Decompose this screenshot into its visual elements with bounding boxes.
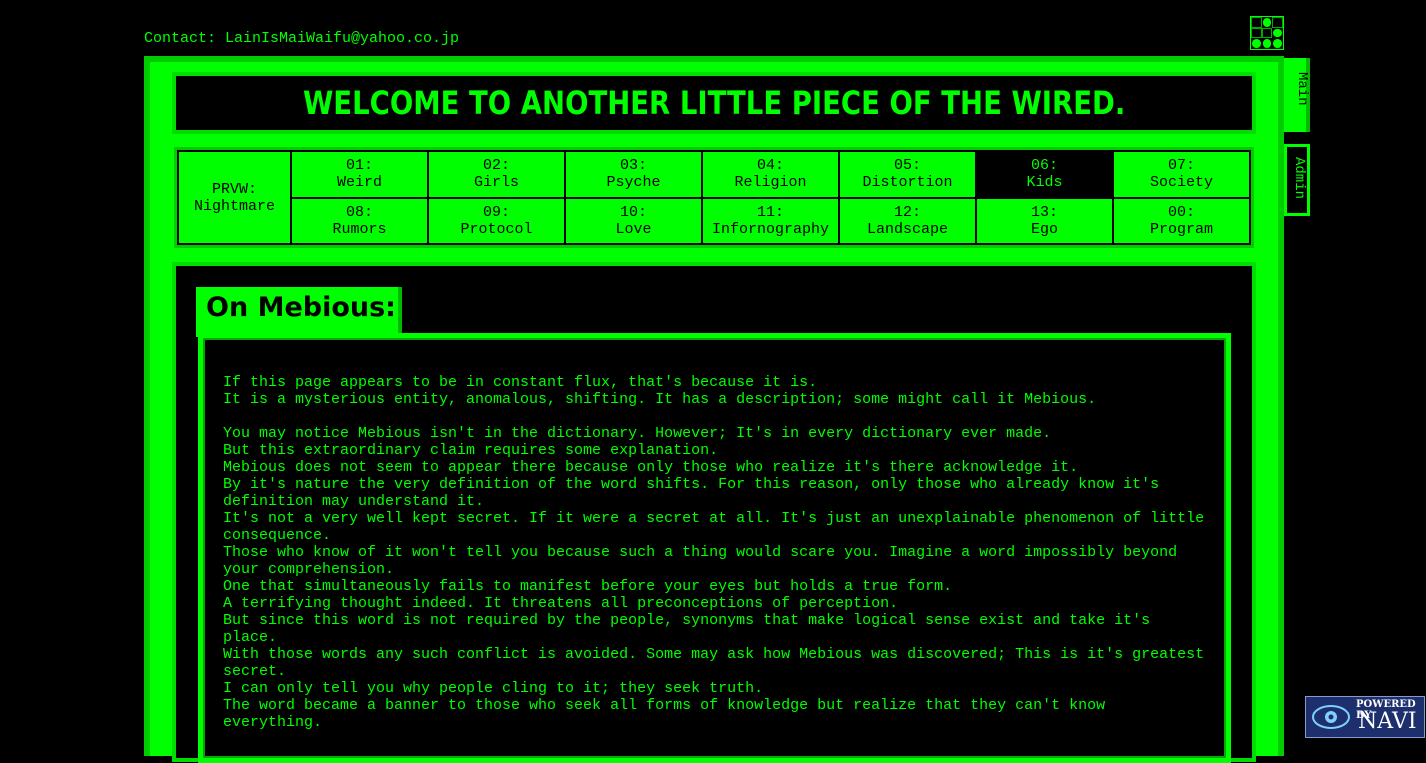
glider-icon [1250, 16, 1284, 50]
category-nav: PRVW: Nightmare 01: Weird 02: Girls 03: Psy… [177, 150, 1251, 245]
nav-item-girls[interactable]: 02: Girls [429, 152, 564, 197]
nav-item-love[interactable]: 10: Love [566, 198, 701, 243]
nav-label: Psyche [606, 174, 661, 192]
welcome-banner: WELCOME TO ANOTHER LITTLE PIECE OF THE W… [172, 72, 1256, 134]
navi-eye-icon [1312, 705, 1350, 729]
nav-item-rumors[interactable]: 08: Rumors [292, 198, 427, 243]
nav-num: 06: [1030, 157, 1058, 175]
nav-num: 09: [482, 203, 510, 221]
article-line: One that simultaneously fails to manifes… [223, 578, 953, 595]
article-line: But this extraordinary claim requires so… [223, 442, 719, 459]
nav-num: 07: [1167, 157, 1195, 175]
nav-prvw-name: Nightmare [193, 197, 275, 215]
nav-item-weird[interactable]: 01: Weird [292, 152, 427, 197]
article-body: If this page appears to be in constant f… [223, 374, 1213, 731]
nav-num: 13: [1030, 203, 1058, 221]
nav-label: Distortion [862, 174, 953, 192]
nav-label: Weird [336, 174, 382, 192]
nav-num: 08: [345, 203, 373, 221]
nav-num: 01: [345, 157, 373, 175]
nav-label: Landscape [866, 220, 948, 238]
nav-num: 11: [756, 203, 784, 221]
navi-name-text: NAVI [1358, 709, 1417, 734]
navi-badge[interactable]: POWERED BY NAVI [1305, 696, 1425, 738]
article-line: I can only tell you why people cling to … [223, 680, 764, 697]
nav-prvw-nightmare[interactable]: PRVW: Nightmare [179, 152, 290, 243]
nav-num: 02: [482, 157, 510, 175]
nav-item-program[interactable]: 00: Program [1114, 198, 1249, 243]
tab-admin[interactable]: Admin [1284, 144, 1310, 216]
nav-label: Society [1149, 174, 1213, 192]
nav-label: Infornography [711, 220, 830, 238]
nav-num: 03: [619, 157, 647, 175]
nav-item-distortion[interactable]: 05: Distortion [840, 152, 975, 197]
nav-label: Religion [734, 174, 807, 192]
article-line: But since this word is not required by t… [223, 612, 1160, 646]
nav-label: Girls [473, 174, 519, 192]
banner-title: WELCOME TO ANOTHER LITTLE PIECE OF THE W… [302, 84, 1126, 122]
nav-num: 05: [893, 157, 921, 175]
nav-label: Rumors [332, 220, 387, 238]
nav-num: 04: [756, 157, 784, 175]
nav-num: 00: [1167, 203, 1195, 221]
article-line: A terrifying thought indeed. It threaten… [223, 595, 899, 612]
article-line: By it's nature the very definition of th… [223, 476, 1169, 510]
article-line: It's not a very well kept secret. If it … [223, 510, 1214, 544]
nav-item-kids[interactable]: 06: Kids [977, 152, 1112, 197]
article-line: Those who know of it won't tell you beca… [223, 544, 1187, 578]
article-line: You may notice Mebious isn't in the dict… [223, 425, 1052, 442]
article-line [223, 408, 1213, 425]
article-line: It is a mysterious entity, anomalous, sh… [223, 391, 1097, 408]
nav-label: Ego [1030, 220, 1058, 238]
nav-item-protocol[interactable]: 09: Protocol [429, 198, 564, 243]
nav-num: 10: [619, 203, 647, 221]
article-heading: On Mebious: [206, 292, 396, 323]
nav-item-ego[interactable]: 13: Ego [977, 198, 1112, 243]
nav-item-landscape[interactable]: 12: Landscape [840, 198, 975, 243]
nav-item-society[interactable]: 07: Society [1114, 152, 1249, 197]
nav-prvw-label: PRVW: [211, 180, 257, 198]
nav-item-infornography[interactable]: 11: Infornography [703, 198, 838, 243]
tab-main[interactable]: Main [1284, 58, 1310, 132]
article-line: If this page appears to be in constant f… [223, 374, 818, 391]
article-line: With those words any such conflict is av… [223, 646, 1214, 680]
nav-item-religion[interactable]: 04: Religion [703, 152, 838, 197]
contact-text: Contact: LainIsMaiWaifu@yahoo.co.jp [144, 30, 460, 47]
nav-label: Love [615, 220, 652, 238]
nav-label: Kids [1026, 174, 1063, 192]
nav-num: 12: [893, 203, 921, 221]
article-line: The word became a banner to those who se… [223, 697, 1115, 731]
nav-label: Protocol [460, 220, 533, 238]
nav-item-psyche[interactable]: 03: Psyche [566, 152, 701, 197]
article-line: Mebious does not seem to appear there be… [223, 459, 1079, 476]
nav-label: Program [1149, 220, 1213, 238]
